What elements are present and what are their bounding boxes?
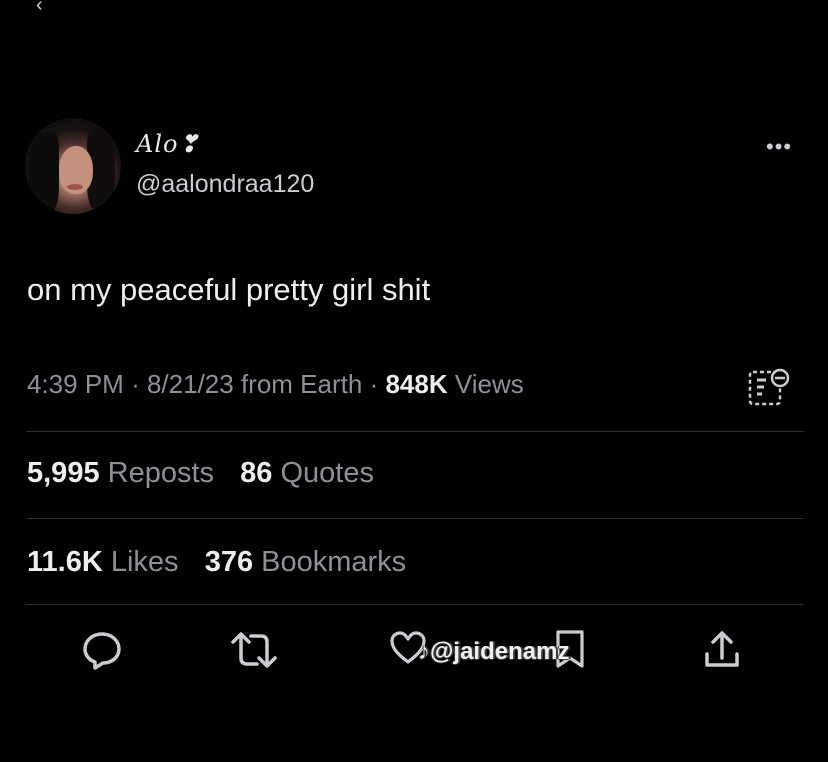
tweet-text: on my peaceful pretty girl shit — [27, 272, 431, 307]
watermark-text: @jaidenamz — [430, 638, 570, 665]
quotes-count[interactable]: 86 — [240, 457, 272, 489]
reposts-label[interactable]: Reposts — [108, 457, 214, 489]
likes-count[interactable]: 11.6K — [27, 546, 103, 578]
meta-separator: · — [131, 369, 140, 399]
tweet-time: 4:39 PM — [27, 369, 124, 399]
tweet-meta: 4:39 PM · 8/21/23 from Earth · 848K View… — [27, 369, 524, 400]
tweet-date: 8/21/23 — [146, 369, 234, 399]
display-name[interactable]: Alo❣ — [136, 130, 200, 158]
back-chevron-icon[interactable]: ‹ — [36, 0, 43, 17]
likes-bookmarks-row: 11.6K Likes 376 Bookmarks — [27, 546, 406, 579]
divider — [26, 518, 804, 519]
more-dots-icon[interactable]: ••• — [766, 134, 792, 160]
meta-separator: · — [369, 369, 379, 399]
analytics-icon[interactable] — [744, 364, 792, 410]
avatar[interactable] — [25, 118, 121, 214]
tiktok-watermark: ♪@jaidenamz — [418, 638, 569, 666]
views-label: Views — [454, 369, 524, 399]
avatar-lips — [67, 184, 83, 190]
reposts-quotes-row: 5,995 Reposts 86 Quotes — [27, 457, 374, 490]
divider — [26, 431, 804, 432]
divider — [26, 604, 804, 605]
repost-icon[interactable] — [227, 628, 281, 672]
bookmarks-label[interactable]: Bookmarks — [261, 546, 406, 578]
tiktok-icon: ♪ — [418, 638, 430, 665]
reposts-count[interactable]: 5,995 — [27, 457, 100, 489]
tweet-source: from Earth — [240, 369, 363, 399]
views-count: 848K — [385, 369, 448, 399]
reply-icon[interactable] — [80, 628, 124, 672]
likes-label[interactable]: Likes — [111, 546, 179, 578]
user-handle[interactable]: @aalondraa120 — [136, 170, 314, 199]
bookmarks-count[interactable]: 376 — [205, 546, 253, 578]
share-icon[interactable] — [702, 628, 742, 672]
avatar-hair — [29, 132, 59, 212]
quotes-label[interactable]: Quotes — [280, 457, 374, 489]
